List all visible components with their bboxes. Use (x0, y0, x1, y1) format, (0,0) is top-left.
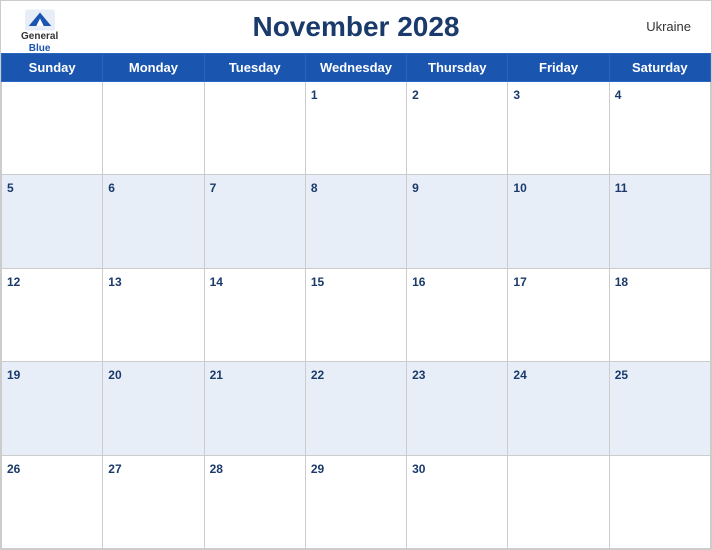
calendar-cell: 18 (609, 268, 710, 361)
calendar-cell (103, 82, 204, 175)
calendar-cell: 20 (103, 362, 204, 455)
day-number: 17 (513, 275, 526, 289)
day-number: 9 (412, 181, 419, 195)
day-number: 4 (615, 88, 622, 102)
day-number: 10 (513, 181, 526, 195)
calendar-week-row-3: 12 13 14 15 16 17 18 (2, 268, 711, 361)
calendar-cell: 15 (305, 268, 406, 361)
weekday-header-tuesday: Tuesday (204, 54, 305, 82)
day-number: 6 (108, 181, 115, 195)
weekday-header-saturday: Saturday (609, 54, 710, 82)
calendar-cell: 26 (2, 455, 103, 548)
day-number: 25 (615, 368, 628, 382)
calendar-cell: 9 (407, 175, 508, 268)
calendar-cell: 4 (609, 82, 710, 175)
calendar-cell: 12 (2, 268, 103, 361)
generalblue-logo: General Blue (21, 9, 58, 55)
calendar-cell: 30 (407, 455, 508, 548)
day-number: 27 (108, 462, 121, 476)
calendar-cell: 3 (508, 82, 609, 175)
weekday-header-row: SundayMondayTuesdayWednesdayThursdayFrid… (2, 54, 711, 82)
logo-blue-text: Blue (29, 43, 51, 55)
day-number: 23 (412, 368, 425, 382)
calendar-cell (2, 82, 103, 175)
calendar-header: General Blue November 2028 Ukraine (1, 1, 711, 53)
calendar-cell: 28 (204, 455, 305, 548)
calendar-cell: 29 (305, 455, 406, 548)
day-number: 12 (7, 275, 20, 289)
calendar-title: November 2028 (252, 11, 459, 43)
day-number: 3 (513, 88, 520, 102)
day-number: 18 (615, 275, 628, 289)
weekday-header-thursday: Thursday (407, 54, 508, 82)
calendar-table: SundayMondayTuesdayWednesdayThursdayFrid… (1, 53, 711, 549)
calendar-cell: 13 (103, 268, 204, 361)
calendar-cell: 27 (103, 455, 204, 548)
weekday-header-wednesday: Wednesday (305, 54, 406, 82)
day-number: 22 (311, 368, 324, 382)
country-label: Ukraine (646, 19, 691, 34)
calendar-week-row-4: 19 20 21 22 23 24 25 (2, 362, 711, 455)
calendar-cell: 11 (609, 175, 710, 268)
day-number: 2 (412, 88, 419, 102)
weekday-header-sunday: Sunday (2, 54, 103, 82)
calendar-cell: 16 (407, 268, 508, 361)
day-number: 21 (210, 368, 223, 382)
calendar-week-row-5: 26 27 28 29 30 (2, 455, 711, 548)
day-number: 8 (311, 181, 318, 195)
day-number: 13 (108, 275, 121, 289)
day-number: 16 (412, 275, 425, 289)
calendar-cell: 21 (204, 362, 305, 455)
calendar-cell: 6 (103, 175, 204, 268)
calendar-week-row-1: 1 2 3 4 (2, 82, 711, 175)
day-number: 1 (311, 88, 318, 102)
day-number: 20 (108, 368, 121, 382)
day-number: 7 (210, 181, 217, 195)
calendar-container: General Blue November 2028 Ukraine Sunda… (0, 0, 712, 550)
calendar-cell (609, 455, 710, 548)
day-number: 24 (513, 368, 526, 382)
calendar-cell: 7 (204, 175, 305, 268)
calendar-cell (204, 82, 305, 175)
calendar-cell: 24 (508, 362, 609, 455)
day-number: 5 (7, 181, 14, 195)
calendar-cell: 1 (305, 82, 406, 175)
weekday-header-friday: Friday (508, 54, 609, 82)
day-number: 11 (615, 181, 628, 195)
weekday-header-monday: Monday (103, 54, 204, 82)
calendar-cell (508, 455, 609, 548)
day-number: 19 (7, 368, 20, 382)
day-number: 14 (210, 275, 223, 289)
calendar-cell: 14 (204, 268, 305, 361)
calendar-cell: 8 (305, 175, 406, 268)
calendar-cell: 17 (508, 268, 609, 361)
day-number: 15 (311, 275, 324, 289)
calendar-cell: 10 (508, 175, 609, 268)
calendar-cell: 2 (407, 82, 508, 175)
calendar-cell: 5 (2, 175, 103, 268)
calendar-cell: 25 (609, 362, 710, 455)
day-number: 26 (7, 462, 20, 476)
calendar-cell: 19 (2, 362, 103, 455)
day-number: 28 (210, 462, 223, 476)
calendar-cell: 23 (407, 362, 508, 455)
day-number: 29 (311, 462, 324, 476)
day-number: 30 (412, 462, 425, 476)
calendar-cell: 22 (305, 362, 406, 455)
logo-general-text: General (21, 31, 58, 43)
calendar-week-row-2: 5 6 7 8 9 10 11 (2, 175, 711, 268)
